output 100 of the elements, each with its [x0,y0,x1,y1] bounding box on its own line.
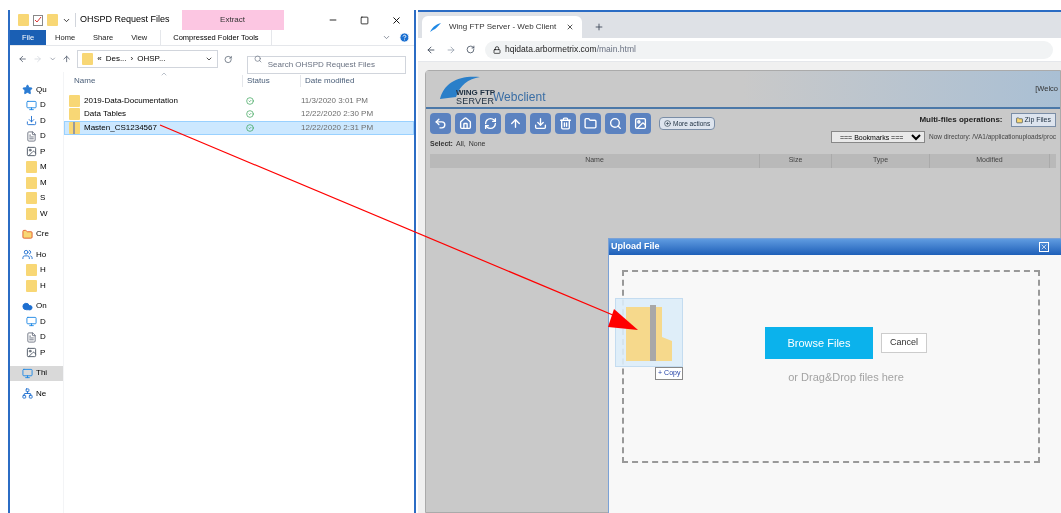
home-icon [459,117,472,130]
nav-item[interactable]: D [10,113,63,129]
breadcrumb-item[interactable]: « [97,53,102,65]
close-icon[interactable] [391,14,402,26]
column-header[interactable]: Name [64,75,242,87]
lock-icon [493,45,501,54]
expand-ribbon-icon[interactable] [382,33,391,42]
toolbar-button[interactable] [630,113,651,134]
file-name: 2019-Data-Documentation [84,94,178,107]
synced-icon [246,123,254,132]
maximize-icon[interactable] [360,15,369,25]
toolbar-button[interactable] [605,113,626,134]
network-icon [22,388,33,400]
folder-icon [22,228,33,240]
monitor-icon [26,316,37,328]
folder-icon [26,161,37,174]
folder-icon [26,264,37,277]
address-bar[interactable]: « Des... › OHSP... [77,50,219,68]
nav-item[interactable]: S [10,190,63,206]
download-icon [26,115,37,127]
dialog-title: Upload File [611,240,660,254]
plus-icon [664,120,671,127]
nav-item[interactable]: H [10,278,63,294]
search-field[interactable]: Search OHSPD Request Files [246,55,406,74]
folder-icon [26,207,37,220]
window-title: OHSPD Request Files [75,13,170,27]
toolbar-button[interactable] [580,113,601,134]
nav-item[interactable]: Thi [10,365,63,381]
star-icon [22,84,33,96]
pictures-icon [26,347,37,359]
column-header[interactable]: Status [242,75,300,87]
nav-item[interactable]: D [10,97,63,113]
forward-icon[interactable] [446,44,456,55]
image-icon [634,117,647,130]
synced-icon [246,110,254,119]
search-icon [253,55,262,63]
file-name: Masten_CS1234567 [84,121,157,134]
toolbar-button[interactable] [505,113,526,134]
nav-item[interactable]: H [10,262,63,278]
folder-icon [18,14,29,26]
folder-icon [26,176,37,189]
file-name: Data Tables [84,108,127,121]
close-icon[interactable] [566,23,574,31]
date-modified: 12/22/2020 2:30 PM [301,108,374,121]
help-icon[interactable] [399,32,410,43]
breadcrumb-item[interactable]: OHSP... [137,53,166,65]
nav-item[interactable]: D [10,314,63,330]
zip-folder-icon [69,121,80,134]
monitor-icon [22,367,33,379]
nav-item[interactable]: On [10,298,63,314]
nav-item[interactable]: D [10,128,63,144]
drop-hint: or Drag&Drop files here [788,370,904,385]
url-path: /main.html [596,43,636,56]
nav-item[interactable]: Ne [10,386,63,402]
toolbar-button[interactable] [555,113,576,134]
nav-item[interactable]: M [10,175,63,191]
new-tab-icon[interactable] [594,22,604,32]
folder-icon [26,279,37,292]
nav-item[interactable]: P [10,345,63,361]
date-modified: 11/3/2020 3:01 PM [301,94,368,107]
toolbar-button[interactable] [530,113,551,134]
file-row[interactable]: Masten_CS1234567 12/22/2020 2:31 PM [64,121,414,135]
nav-item[interactable]: Ho [10,247,63,263]
back-icon[interactable] [18,54,28,64]
nav-item[interactable]: W [10,206,63,222]
refresh-icon[interactable] [224,54,233,64]
address-bar[interactable]: hqidata.arbormetrix.com/main.html [485,40,1053,59]
monitor-icon [26,99,37,111]
breadcrumb-item[interactable]: Des... [105,53,127,65]
toolbar-button[interactable] [455,113,476,134]
browser-tab[interactable]: Wing FTP Server - Web Client [422,16,582,38]
toolbar-button[interactable] [480,113,501,134]
contextual-tab-header: Extract [181,10,284,30]
toolbar-button[interactable] [430,113,451,134]
column-header[interactable]: Date modified [300,75,405,87]
pictures-icon [26,146,37,158]
zip-folder-icon [626,304,672,361]
sort-icon [160,70,168,78]
multi-files-label: Multi-files operations: [919,114,1003,126]
document-icon [26,331,37,343]
dropdown-icon[interactable] [205,55,214,63]
folder-icon [26,192,37,205]
search-icon [609,117,622,130]
nav-item[interactable]: Qu [10,82,63,98]
folder-icon [1015,116,1023,124]
nav-item[interactable]: D [10,329,63,345]
undo-icon [434,117,447,130]
back-icon[interactable] [426,44,436,55]
cancel-button[interactable]: Cancel [881,333,927,353]
reload-icon[interactable] [466,45,475,54]
up-arrow-icon [509,117,522,130]
file-row[interactable]: 2019-Data-Documentation 11/3/2020 3:01 PM [64,94,414,108]
people-icon [22,249,33,261]
nav-item[interactable]: Cre [10,226,63,242]
file-row[interactable]: Data Tables 12/22/2020 2:30 PM [64,107,414,121]
up-icon[interactable] [61,54,72,64]
nav-item[interactable]: M [10,159,63,175]
checklist-icon[interactable] [33,14,43,26]
breadcrumb-separator: › [130,53,134,65]
nav-item[interactable]: P [10,144,63,160]
